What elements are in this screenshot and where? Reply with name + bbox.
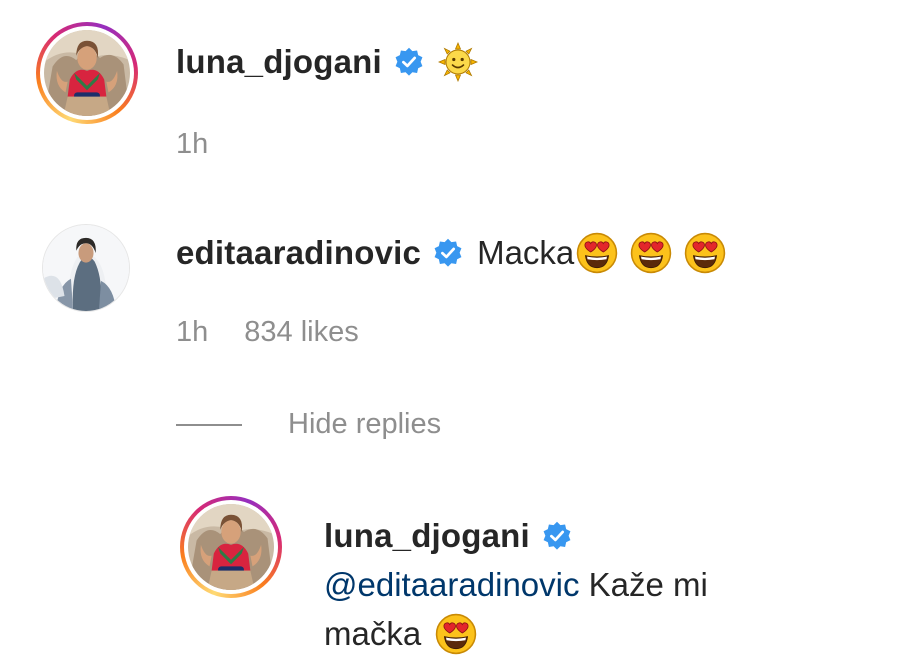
reply-header: luna_djogani [324,514,572,558]
verified-badge-icon [542,521,572,551]
avatar-photo [188,504,274,590]
verified-badge-icon [394,47,424,77]
comment-body: editaaradinovic Macka [176,230,726,276]
username[interactable]: luna_djogani [324,517,530,555]
avatar-photo [44,30,130,116]
comment-timestamp[interactable]: 1h [176,316,208,349]
avatar-luna-djogani[interactable] [36,22,138,124]
sun-with-face-icon [438,42,478,82]
comment-meta: 1h 834 likes [176,316,359,349]
heart-eyes-emoji-icon [435,613,477,655]
heart-eyes-emoji-icon [630,232,672,274]
likes-count[interactable]: 834 likes [244,316,358,349]
avatar-photo [43,225,129,311]
reply-text-line-2: mačka [324,612,477,656]
reply-text-line-1: @editaaradinovic Kaže mi [324,566,708,604]
mention-link[interactable]: @editaaradinovic [324,566,579,603]
reply-text: mačka [324,615,422,652]
hide-replies-button[interactable]: Hide replies [176,408,441,441]
comment-text: Macka [477,234,575,271]
username[interactable]: editaaradinovic [176,234,421,272]
heart-eyes-emoji-icon [684,232,726,274]
comment-timestamp[interactable]: 1h [176,128,208,161]
avatar-editaaradinovic[interactable] [42,224,130,312]
verified-badge-icon [433,238,463,268]
heart-eyes-emoji-icon [576,232,618,274]
replies-divider-line [176,423,242,426]
comment-header: luna_djogani [176,40,478,84]
username[interactable]: luna_djogani [176,43,382,81]
hide-replies-label: Hide replies [288,408,442,440]
reply-text: Kaže mi [579,566,708,603]
avatar-luna-djogani[interactable] [180,496,282,598]
